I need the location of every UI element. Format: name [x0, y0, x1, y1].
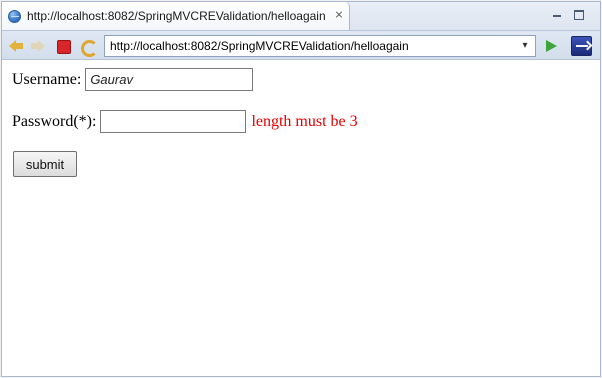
url-bar[interactable]: http://localhost:8082/SpringMVCREValidat…: [104, 35, 536, 57]
password-label: Password(*):: [12, 112, 97, 130]
browser-window: http://localhost:8082/SpringMVCREValidat…: [1, 1, 601, 377]
refresh-icon[interactable]: [79, 38, 98, 57]
eclipse-icon[interactable]: [571, 36, 592, 56]
url-text[interactable]: http://localhost:8082/SpringMVCREValidat…: [110, 39, 409, 53]
password-input[interactable]: [100, 110, 247, 133]
minimize-icon[interactable]: [552, 10, 562, 20]
tab-title: http://localhost:8082/SpringMVCREValidat…: [27, 9, 326, 23]
browser-tab[interactable]: http://localhost:8082/SpringMVCREValidat…: [2, 2, 350, 30]
dropdown-icon[interactable]: ▾: [519, 39, 531, 53]
submit-button[interactable]: submit: [13, 151, 77, 177]
navigation-toolbar: http://localhost:8082/SpringMVCREValidat…: [2, 30, 600, 60]
forward-icon[interactable]: [30, 38, 46, 54]
password-row: Password(*): length must be 3: [12, 110, 358, 133]
page-content: Username: Password(*): length must be 3 …: [2, 61, 600, 376]
globe-icon: [8, 10, 21, 23]
stop-icon[interactable]: [55, 38, 71, 54]
back-icon[interactable]: [8, 38, 24, 54]
close-icon[interactable]: ⨯: [333, 9, 345, 21]
username-input[interactable]: [85, 68, 254, 91]
maximize-icon[interactable]: [574, 10, 584, 20]
tab-strip: http://localhost:8082/SpringMVCREValidat…: [2, 2, 600, 30]
username-label: Username:: [12, 70, 82, 88]
password-error-message: length must be 3: [251, 112, 358, 130]
go-icon[interactable]: [543, 38, 559, 54]
username-row: Username:: [12, 68, 254, 91]
